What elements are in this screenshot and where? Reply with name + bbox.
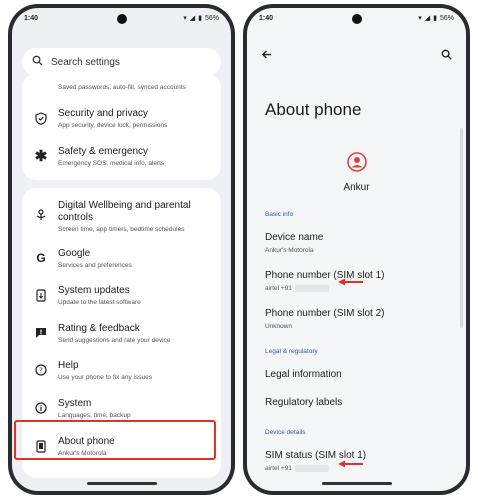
svg-text:?: ? bbox=[39, 367, 43, 375]
settings-item-google[interactable]: G Google Services and preferences bbox=[22, 248, 221, 270]
settings-item-passwords[interactable]: Saved passwords, auto-fill, synced accou… bbox=[22, 82, 221, 92]
item-title: Phone number (SIM slot 2) bbox=[265, 308, 385, 319]
feedback-icon bbox=[32, 324, 50, 342]
section-header-legal: Legal & regulatory bbox=[265, 348, 318, 355]
item-subtitle: airtel +91 bbox=[265, 465, 292, 472]
search-icon bbox=[32, 55, 43, 69]
user-name: Ankur bbox=[343, 182, 370, 193]
settings-item-title: System updates bbox=[58, 285, 130, 296]
settings-item-feedback[interactable]: Rating & feedback Send suggestions and r… bbox=[22, 323, 221, 345]
settings-item-subtitle: Screen time, app timers, bedtime schedul… bbox=[58, 226, 185, 233]
status-icons: ▾ ◢ ▮ 56% bbox=[418, 14, 454, 23]
battery-icon: ▮ bbox=[433, 15, 437, 22]
signal-icon: ◢ bbox=[189, 15, 196, 22]
settings-item-system-updates[interactable]: System updates Update to the latest soft… bbox=[22, 285, 221, 307]
home-indicator bbox=[86, 482, 157, 485]
settings-item-system[interactable]: System Languages, time, backup bbox=[22, 398, 221, 420]
settings-item-safety[interactable]: ✱ Safety & emergency Emergency SOS, medi… bbox=[22, 146, 221, 168]
status-time: 1:40 bbox=[259, 14, 274, 22]
settings-item-subtitle: Languages, time, backup bbox=[58, 412, 131, 419]
device-name-item[interactable]: Device name Ankur's Motorola bbox=[265, 232, 448, 255]
red-arrow-annotation bbox=[338, 278, 363, 286]
settings-item-title: Security and privacy bbox=[58, 108, 149, 119]
google-icon: G bbox=[36, 251, 46, 265]
search-icon[interactable] bbox=[441, 47, 452, 65]
front-camera bbox=[116, 14, 127, 24]
settings-item-wellbeing[interactable]: Digital Wellbeing and parental controls … bbox=[22, 200, 221, 234]
settings-item-title: System bbox=[58, 398, 92, 409]
page-title: About phone bbox=[265, 100, 362, 119]
settings-item-subtitle: Emergency SOS, medical info, alerts bbox=[58, 160, 165, 167]
item-title: Regulatory labels bbox=[265, 397, 343, 408]
settings-item-title: Safety & emergency bbox=[58, 146, 149, 157]
settings-item-subtitle: App security, device lock, permissions bbox=[58, 122, 168, 129]
red-arrow-annotation bbox=[338, 460, 363, 468]
settings-item-security[interactable]: Security and privacy App security, devic… bbox=[22, 108, 221, 130]
item-title: Legal information bbox=[265, 369, 342, 380]
redacted-number bbox=[294, 465, 329, 472]
settings-item-title: Help bbox=[58, 360, 79, 371]
status-time: 1:40 bbox=[24, 14, 39, 22]
redacted-number bbox=[294, 285, 329, 292]
scrollbar[interactable] bbox=[460, 128, 463, 328]
section-header-device-details: Device details bbox=[265, 429, 306, 436]
legal-information-item[interactable]: Legal information bbox=[265, 369, 448, 381]
avatar-icon bbox=[347, 152, 367, 172]
settings-item-subtitle: Services and preferences bbox=[58, 262, 132, 269]
search-settings-bar[interactable]: Search settings bbox=[22, 48, 221, 76]
battery-level: 56% bbox=[204, 14, 219, 22]
settings-item-title: Rating & feedback bbox=[58, 323, 140, 334]
settings-item-title: Digital Wellbeing and parental controls bbox=[58, 200, 191, 223]
phone-number-sim2-item[interactable]: Phone number (SIM slot 2) Unknown bbox=[265, 308, 448, 331]
item-subtitle: airtel +91 bbox=[265, 285, 292, 292]
item-title: Device name bbox=[265, 232, 324, 243]
item-subtitle: Unknown bbox=[265, 323, 293, 330]
wellbeing-icon bbox=[32, 206, 50, 224]
settings-item-subtitle: Send suggestions and rate your device bbox=[58, 337, 171, 344]
settings-item-subtitle: Saved passwords, auto-fill, synced accou… bbox=[58, 84, 186, 91]
section-header-basic-info: Basic info bbox=[265, 211, 294, 218]
system-update-icon bbox=[32, 286, 50, 304]
asterisk-icon: ✱ bbox=[34, 148, 48, 165]
home-indicator bbox=[321, 482, 392, 485]
about-phone-screen: 1:40 ▾ ◢ ▮ 56% About phone Ankur Basic i… bbox=[247, 8, 466, 491]
battery-icon: ▮ bbox=[198, 15, 202, 22]
settings-item-subtitle: Update to the latest software bbox=[58, 299, 141, 306]
item-subtitle: Ankur's Motorola bbox=[265, 247, 314, 254]
search-placeholder: Search settings bbox=[51, 56, 120, 68]
help-icon: ? bbox=[32, 361, 50, 379]
settings-item-title: Google bbox=[58, 248, 91, 259]
right-phone: 1:40 ▾ ◢ ▮ 56% About phone Ankur Basic i… bbox=[243, 4, 470, 495]
settings-card-top: Saved passwords, auto-fill, synced accou… bbox=[22, 74, 221, 180]
status-icons: ▾ ◢ ▮ 56% bbox=[183, 14, 219, 23]
top-app-bar bbox=[261, 48, 452, 64]
wifi-icon: ▾ bbox=[418, 15, 422, 22]
settings-screen: 1:40 ▾ ◢ ▮ 56% Search settings Saved pas… bbox=[12, 8, 231, 491]
front-camera bbox=[351, 14, 362, 24]
signal-icon: ◢ bbox=[424, 15, 431, 22]
back-arrow-icon[interactable] bbox=[261, 47, 272, 65]
wifi-icon: ▾ bbox=[183, 15, 187, 22]
shield-icon bbox=[32, 109, 50, 127]
key-icon bbox=[32, 83, 50, 92]
settings-item-help[interactable]: ? Help Use your phone to fix any issues bbox=[22, 360, 221, 382]
battery-level: 56% bbox=[439, 14, 454, 22]
regulatory-labels-item[interactable]: Regulatory labels bbox=[265, 397, 448, 409]
about-phone-highlight-box bbox=[14, 420, 216, 460]
settings-item-subtitle: Use your phone to fix any issues bbox=[58, 374, 152, 381]
info-icon bbox=[32, 399, 50, 417]
